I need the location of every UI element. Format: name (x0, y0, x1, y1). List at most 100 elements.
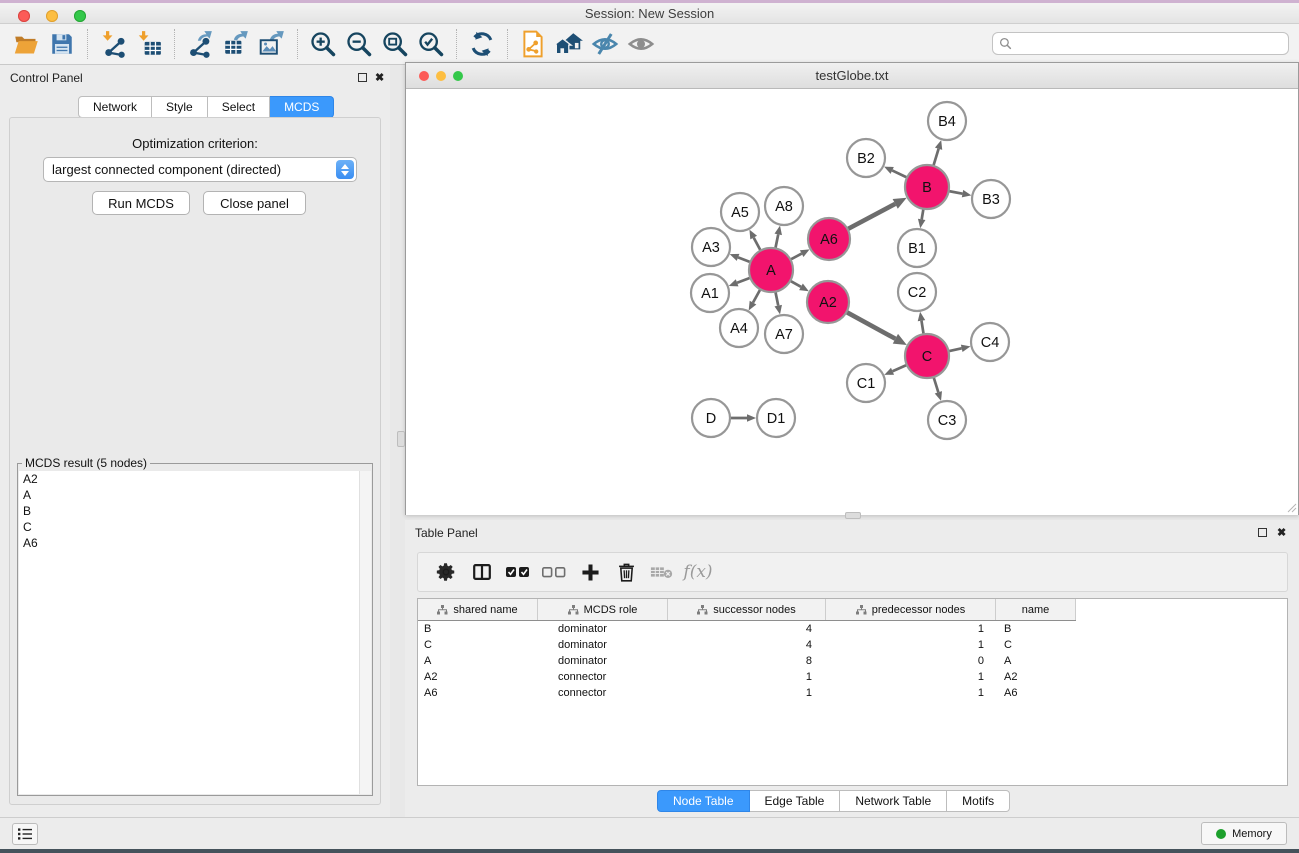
graph-edge-A2-C[interactable] (846, 312, 896, 339)
import-network-button[interactable] (95, 26, 131, 62)
graph-edge-C-C1[interactable] (893, 364, 908, 371)
graph-edge-A-A5[interactable] (754, 238, 761, 252)
zoom-fit-button[interactable] (377, 26, 413, 62)
node-attribute-table[interactable]: shared nameMCDS rolesuccessor nodesprede… (417, 598, 1288, 786)
tab-mcds[interactable]: MCDS (270, 96, 334, 118)
export-image-button[interactable] (254, 26, 290, 62)
column-header-predecessor-nodes[interactable]: predecessor nodes (826, 599, 996, 620)
first-neighbors-button[interactable] (551, 26, 587, 62)
delete-column-button[interactable] (608, 556, 644, 588)
table-cell[interactable]: A2 (996, 671, 1076, 683)
criterion-dropdown[interactable]: largest connected component (directed) (43, 157, 357, 182)
network-minimize-button[interactable] (436, 71, 446, 81)
tab-motifs[interactable]: Motifs (947, 790, 1010, 812)
open-session-button[interactable] (8, 26, 44, 62)
tab-node-table[interactable]: Node Table (657, 790, 750, 812)
tab-network[interactable]: Network (78, 96, 152, 118)
table-cell[interactable]: A (418, 655, 538, 667)
horizontal-split-handle[interactable] (845, 512, 861, 519)
mcds-result-item[interactable]: B (19, 503, 359, 519)
tab-edge-table[interactable]: Edge Table (750, 790, 841, 812)
show-columns-button[interactable] (464, 556, 500, 588)
hide-selected-button[interactable] (587, 26, 623, 62)
close-panel-icon[interactable]: ✖ (375, 71, 384, 84)
export-table-button[interactable] (218, 26, 254, 62)
table-cell[interactable]: B (418, 623, 538, 635)
zoom-in-button[interactable] (305, 26, 341, 62)
table-row[interactable]: Adominator80A (418, 653, 1076, 669)
table-cell[interactable]: 1 (826, 639, 996, 651)
table-cell[interactable]: 4 (668, 623, 826, 635)
table-cell[interactable]: 0 (826, 655, 996, 667)
import-table-button[interactable] (131, 26, 167, 62)
graph-edge-C-C3[interactable] (933, 376, 938, 392)
graph-edge-A-A4[interactable] (753, 288, 761, 302)
network-canvas[interactable]: A5A8A3A6AA1A2A4A7B2B4BB3B1C2C4CC1C3DD1 (406, 89, 1298, 515)
search-field[interactable] (992, 32, 1289, 55)
table-cell[interactable]: dominator (538, 655, 668, 667)
graph-edge-B-B3[interactable] (948, 191, 963, 194)
delete-table-button[interactable] (644, 556, 680, 588)
task-history-button[interactable] (12, 823, 38, 845)
show-all-button[interactable] (623, 26, 659, 62)
table-cell[interactable]: 1 (826, 687, 996, 699)
graph-edge-A6-B[interactable] (847, 204, 896, 230)
table-cell[interactable]: A6 (996, 687, 1076, 699)
table-row[interactable]: A6connector11A6 (418, 685, 1076, 701)
search-input[interactable] (1017, 37, 1282, 51)
table-cell[interactable]: 8 (668, 655, 826, 667)
graph-edge-A-A3[interactable] (738, 257, 751, 262)
column-header-successor-nodes[interactable]: successor nodes (668, 599, 826, 620)
table-cell[interactable]: 4 (668, 639, 826, 651)
network-window-titlebar[interactable]: testGlobe.txt (406, 63, 1298, 89)
table-cell[interactable]: 1 (826, 671, 996, 683)
mcds-result-item[interactable]: A2 (19, 471, 359, 487)
tab-style[interactable]: Style (152, 96, 208, 118)
network-close-button[interactable] (419, 71, 429, 81)
table-cell[interactable]: A2 (418, 671, 538, 683)
mcds-result-item[interactable]: A6 (19, 535, 359, 551)
graph-edge-B-B4[interactable] (933, 149, 938, 167)
float-table-panel-icon[interactable] (1258, 528, 1267, 537)
graph-edge-A-A7[interactable] (775, 291, 778, 306)
table-cell[interactable]: B (996, 623, 1076, 635)
table-cell[interactable]: C (996, 639, 1076, 651)
network-graph[interactable]: A5A8A3A6AA1A2A4A7B2B4BB3B1C2C4CC1C3DD1 (406, 89, 1298, 515)
export-network-button[interactable] (182, 26, 218, 62)
table-row[interactable]: Cdominator41C (418, 637, 1076, 653)
zoom-out-button[interactable] (341, 26, 377, 62)
zoom-selected-button[interactable] (413, 26, 449, 62)
result-list-scrollbar[interactable] (359, 471, 371, 794)
deselect-all-button[interactable] (536, 556, 572, 588)
graph-edge-C-C2[interactable] (921, 321, 923, 336)
table-row[interactable]: A2connector11A2 (418, 669, 1076, 685)
table-cell[interactable]: dominator (538, 639, 668, 651)
column-header-shared-name[interactable]: shared name (418, 599, 538, 620)
refresh-layout-button[interactable] (464, 26, 500, 62)
table-cell[interactable]: 1 (826, 623, 996, 635)
table-cell[interactable]: connector (538, 687, 668, 699)
new-network-from-selection-button[interactable] (515, 26, 551, 62)
table-cell[interactable]: A (996, 655, 1076, 667)
table-cell[interactable]: connector (538, 671, 668, 683)
close-panel-button[interactable]: Close panel (203, 191, 306, 215)
table-cell[interactable]: C (418, 639, 538, 651)
mcds-result-item[interactable]: A (19, 487, 359, 503)
graph-edge-B-B2[interactable] (892, 170, 908, 178)
close-table-panel-icon[interactable]: ✖ (1277, 526, 1286, 539)
window-resize-grip[interactable] (1285, 501, 1297, 513)
zoom-window-button[interactable] (74, 10, 86, 22)
table-settings-button[interactable] (428, 556, 464, 588)
table-cell[interactable]: dominator (538, 623, 668, 635)
graph-edge-A-A1[interactable] (737, 277, 751, 282)
select-all-button[interactable] (500, 556, 536, 588)
run-mcds-button[interactable]: Run MCDS (92, 191, 190, 215)
tab-select[interactable]: Select (208, 96, 270, 118)
function-builder-button[interactable]: f(x) (680, 556, 716, 588)
float-panel-icon[interactable] (358, 73, 367, 82)
table-cell[interactable]: 1 (668, 671, 826, 683)
graph-edge-A-A8[interactable] (775, 234, 778, 249)
save-session-button[interactable] (44, 26, 80, 62)
table-cell[interactable]: A6 (418, 687, 538, 699)
column-header-MCDS-role[interactable]: MCDS role (538, 599, 668, 620)
